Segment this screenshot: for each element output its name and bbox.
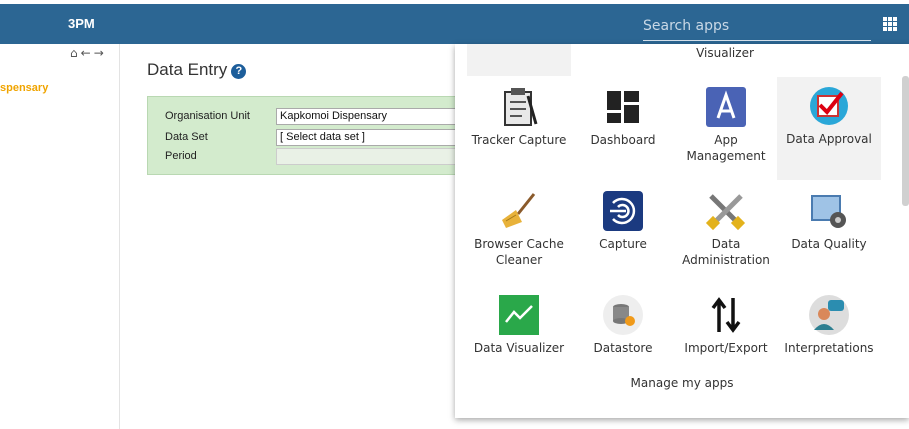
app-tile-datastore[interactable]: Datastore xyxy=(571,286,675,358)
data-administration-icon xyxy=(705,194,746,231)
org-unit-label: Organisation Unit xyxy=(165,110,250,122)
data-quality-icon xyxy=(811,195,846,228)
org-unit-field[interactable]: Kapkomoi Dispensary xyxy=(276,108,466,125)
app-label: Data Visualizer xyxy=(473,341,565,355)
app-label: Import/Export xyxy=(684,341,768,355)
interpretations-icon xyxy=(809,295,849,335)
page-title: Data Entry? xyxy=(147,60,247,80)
search-apps-input[interactable]: Search apps xyxy=(643,13,871,41)
header-bar: 3PM Search apps xyxy=(0,4,909,44)
help-icon[interactable]: ? xyxy=(231,64,247,79)
data-set-label: Data Set xyxy=(165,131,208,143)
app-tile-import-export[interactable]: Import/Export xyxy=(674,286,778,358)
org-tree-panel xyxy=(0,44,120,429)
data-set-select[interactable]: [ Select data set ] xyxy=(276,129,466,146)
app-tile-tracker-capture[interactable]: Tracker Capture xyxy=(467,78,571,180)
data-approval-icon xyxy=(810,87,848,125)
period-select[interactable]: ▾ xyxy=(276,148,466,165)
app-label: Dashboard xyxy=(590,133,656,147)
app-tile-data-approval[interactable]: Data Approval xyxy=(777,77,881,180)
app-label: Interpretations xyxy=(784,341,874,355)
app-tile-data-administration[interactable]: Data Administration xyxy=(674,182,778,282)
app-tile-interpretations[interactable]: Interpretations xyxy=(777,286,881,358)
app-label: Tracker Capture xyxy=(471,133,567,147)
app-label: Capture xyxy=(599,237,647,251)
tree-nav-controls: ⌂←→ xyxy=(70,46,107,60)
capture-icon xyxy=(603,191,643,231)
page-title-text: Data Entry xyxy=(147,60,228,79)
tracker-capture-icon xyxy=(504,88,538,126)
manage-my-apps-link[interactable]: Manage my apps xyxy=(455,376,909,390)
app-label: Data Administration xyxy=(682,237,770,267)
app-tile-app-management[interactable]: App Management xyxy=(674,78,778,180)
import-export-icon xyxy=(711,297,741,333)
app-label: App Management xyxy=(686,133,766,163)
app-tile-data-visualizer[interactable]: Data Visualizer xyxy=(467,286,571,358)
apps-grid-icon[interactable] xyxy=(883,17,897,31)
app-tile-partial[interactable] xyxy=(467,44,571,76)
back-arrow-icon[interactable]: ← xyxy=(81,46,94,60)
apps-scrollbar[interactable] xyxy=(902,76,909,206)
app-tile-partial-label[interactable]: Visualizer xyxy=(675,46,775,60)
home-icon[interactable]: ⌂ xyxy=(70,46,81,60)
browser-cache-cleaner-icon xyxy=(502,193,536,228)
forward-arrow-icon[interactable]: → xyxy=(94,46,107,60)
header-time: 3PM xyxy=(68,16,95,31)
app-tile-data-quality[interactable]: Data Quality xyxy=(777,182,881,282)
app-management-icon xyxy=(706,87,746,127)
data-visualizer-icon xyxy=(499,295,539,335)
app-tile-capture[interactable]: Capture xyxy=(571,182,675,282)
org-tree-selected-item[interactable]: spensary xyxy=(0,82,48,94)
dashboard-icon xyxy=(607,91,639,123)
app-label: Data Approval xyxy=(786,132,872,146)
app-label: Browser Cache Cleaner xyxy=(474,237,564,267)
app-tile-browser-cache-cleaner[interactable]: Browser Cache Cleaner xyxy=(467,182,571,282)
app-tile-dashboard[interactable]: Dashboard xyxy=(571,78,675,180)
app-label: Datastore xyxy=(593,341,653,355)
data-entry-form: Organisation Unit Kapkomoi Dispensary Da… xyxy=(147,96,477,175)
period-label: Period xyxy=(165,150,197,162)
datastore-icon xyxy=(603,295,643,335)
app-label: Data Quality xyxy=(791,237,867,251)
apps-menu: Visualizer Tracker Capture Dashboard App… xyxy=(455,44,909,418)
